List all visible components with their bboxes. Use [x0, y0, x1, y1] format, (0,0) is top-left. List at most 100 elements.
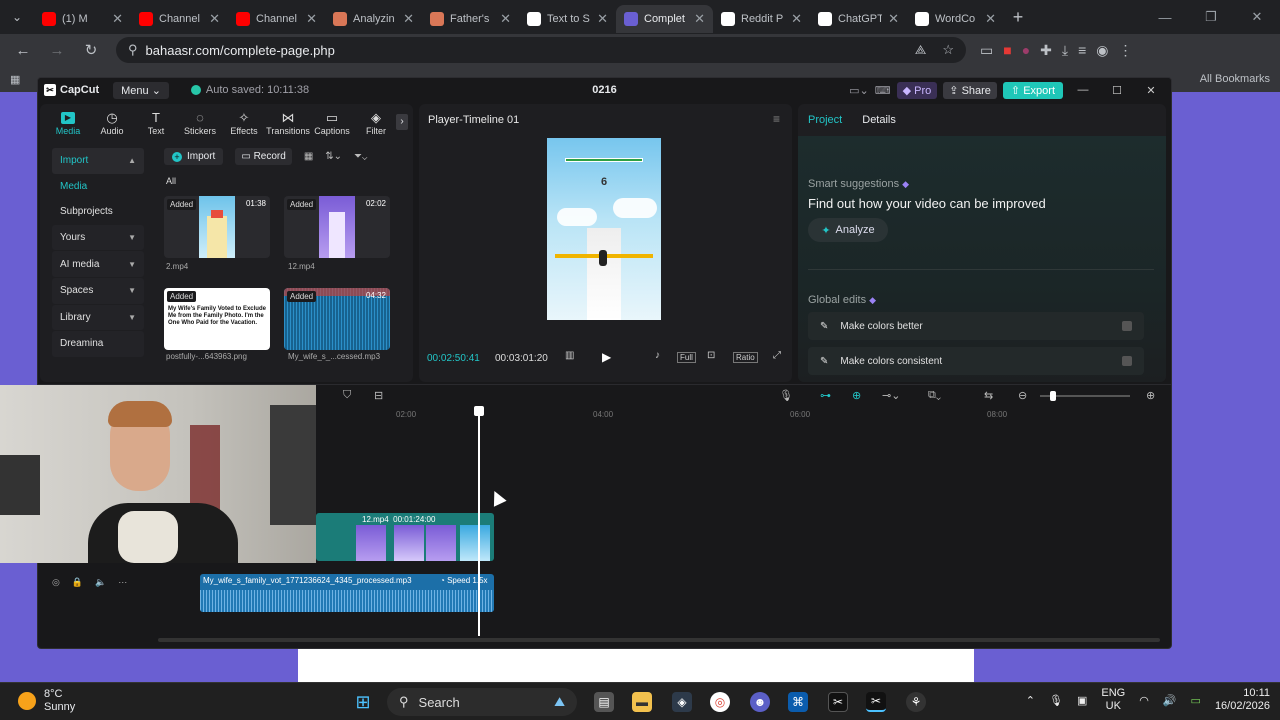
close-tab-icon[interactable]: ✕ [403, 11, 414, 27]
reading-list-icon[interactable]: ≡ [1078, 42, 1086, 59]
browser-tab[interactable]: Text to S ✕ [519, 5, 616, 33]
close-tab-icon[interactable]: ✕ [694, 11, 705, 27]
category-stickers[interactable]: ◌ Stickers [178, 111, 222, 136]
record-button[interactable]: ▭ Record [235, 148, 292, 165]
cast-icon[interactable]: ▭ [980, 42, 993, 59]
player-menu-icon[interactable]: ≡ [773, 112, 780, 126]
tiktok-icon[interactable]: ♪ [655, 350, 660, 361]
browser-tab[interactable]: Channel ✕ [131, 5, 228, 33]
close-tab-icon[interactable]: ✕ [306, 11, 317, 27]
import-button[interactable]: + Import [164, 148, 224, 165]
playhead[interactable] [474, 406, 484, 636]
toggle[interactable] [1122, 356, 1132, 366]
bookmark-star-icon[interactable]: ☆ [942, 42, 954, 58]
close-tab-icon[interactable]: ✕ [791, 11, 802, 27]
browser-tab[interactable]: Reddit P ✕ [713, 5, 810, 33]
category-effects[interactable]: ✧ Effects [222, 111, 266, 136]
chain-icon[interactable]: ⊸⌄ [882, 389, 900, 402]
timeline-view-icon[interactable]: ▥ [565, 350, 574, 361]
minimize-icon[interactable]: — [1069, 84, 1097, 96]
menu-button[interactable]: Menu ⌄ [113, 81, 169, 99]
share-button[interactable]: ⇪ Share [943, 81, 997, 99]
toggle[interactable] [1122, 321, 1132, 331]
layout-icon[interactable]: ▭⌄ [849, 84, 869, 97]
close-tab-icon[interactable]: ✕ [597, 11, 608, 27]
sidenav-media[interactable]: Media [52, 174, 144, 200]
category-transitions[interactable]: ⋈ Transitions [266, 111, 310, 136]
app-icon[interactable]: ⚘ [906, 692, 926, 712]
category-captions[interactable]: ▭ Captions [310, 111, 354, 136]
audio-clip[interactable]: My_wife_s_family_vot_1771236624_4345_pro… [200, 574, 494, 612]
close-icon[interactable]: ✕ [1137, 84, 1165, 97]
sidenav-ai-media[interactable]: AI media ▼ [52, 251, 144, 277]
pro-button[interactable]: ◆ Pro [896, 81, 938, 99]
taskbar-search[interactable]: ⚲ Search ⛰ [387, 688, 577, 716]
extension-icon[interactable]: ● [1022, 42, 1030, 59]
browser-tab[interactable]: Channel ✕ [228, 5, 325, 33]
grid-view-icon[interactable]: ▦ [304, 151, 313, 162]
project-title[interactable]: 0216 [592, 84, 616, 96]
media-item[interactable]: Added 02:02 [284, 196, 390, 258]
chevron-right-icon[interactable]: › [396, 114, 408, 130]
app-icon[interactable]: ⌘ [788, 692, 808, 712]
address-bar[interactable]: ⚲ bahaasr.com/complete-page.php ⟁ ☆ [116, 37, 966, 63]
category-text[interactable]: T Text [134, 111, 178, 136]
task-view-icon[interactable]: ▤ [594, 692, 614, 712]
profile-avatar[interactable]: ◉ [1096, 42, 1108, 59]
timeline-scrollbar[interactable] [158, 638, 1160, 642]
browser-menu-icon[interactable]: ⋮ [1119, 42, 1133, 59]
forward-icon[interactable]: → [42, 36, 72, 64]
playhead-handle[interactable] [474, 406, 484, 416]
extension-icon[interactable]: ■ [1003, 42, 1011, 59]
back-icon[interactable]: ← [8, 36, 38, 64]
sort-icon[interactable]: ⇅⌄ [325, 151, 342, 162]
magnet-icon[interactable]: ⊕ [852, 389, 861, 402]
play-icon[interactable]: ▶ [602, 350, 611, 364]
browser-tab[interactable]: ChatGPT ✕ [810, 5, 907, 33]
extensions-puzzle-icon[interactable]: ✚ [1040, 42, 1052, 59]
minimize-icon[interactable]: — [1142, 0, 1188, 34]
zoom-slider-handle[interactable] [1050, 391, 1056, 401]
maximize-icon[interactable]: ☐ [1103, 84, 1131, 97]
weather-widget[interactable]: 8°C Sunny [18, 688, 75, 714]
media-item[interactable]: Added 01:38 [164, 196, 270, 258]
teams-icon[interactable]: ☻ [750, 692, 770, 712]
shield-icon[interactable]: ⛉ [343, 389, 351, 402]
translate-icon[interactable]: ⟁ [915, 42, 927, 58]
browser-tab[interactable]: (1) M ✕ [34, 5, 131, 33]
media-item[interactable]: Added 04:32 [284, 288, 390, 350]
sidenav-spaces[interactable]: Spaces ▼ [52, 277, 144, 304]
browser-tab[interactable]: WordCo ✕ [907, 5, 1004, 33]
file-explorer-icon[interactable]: ▬ [632, 692, 652, 712]
language-indicator[interactable]: ENG UK [1101, 687, 1125, 713]
new-tab-button[interactable]: + [1004, 7, 1032, 28]
browser-tab[interactable]: Complet ✕ [616, 5, 713, 33]
analyze-button[interactable]: ✦ Analyze [808, 218, 888, 242]
media-item[interactable]: Added My Wife's Family Voted to Exclude … [164, 288, 270, 350]
sidenav-import[interactable]: Import ▲ [52, 148, 144, 174]
fullscreen-icon[interactable]: ⤢ [773, 350, 781, 361]
make-colors-better-row[interactable]: ✎ Make colors better [808, 312, 1144, 340]
close-tab-icon[interactable]: ✕ [112, 11, 123, 27]
capcut-taskbar-icon[interactable]: ✂ [828, 692, 848, 712]
chevron-up-icon[interactable]: ⌃ [1026, 694, 1035, 707]
clock[interactable]: 10:11 16/02/2026 [1215, 687, 1270, 713]
apps-grid-icon[interactable]: ▦ [10, 73, 20, 86]
category-audio[interactable]: ◷ Audio [90, 111, 134, 136]
video-preview[interactable]: 6 [547, 138, 661, 320]
ratio-button[interactable]: Ratio [733, 352, 758, 363]
sidenav-library[interactable]: Library ▼ [52, 304, 144, 331]
microphone-icon[interactable]: 🎙 [779, 389, 793, 402]
track-visibility-icon[interactable]: ◎ [52, 577, 60, 588]
all-filter-label[interactable]: All [166, 176, 176, 186]
reload-icon[interactable]: ↻ [76, 36, 106, 64]
download-icon[interactable]: ⤓ [1062, 42, 1068, 59]
speaker-icon[interactable]: 🔈 [95, 577, 106, 588]
lock-icon[interactable]: 🔒 [72, 577, 83, 588]
tab-search-icon[interactable]: ⌄ [0, 0, 34, 34]
preview-axis-icon[interactable]: ⇆ [984, 389, 993, 402]
sidenav-yours[interactable]: Yours ▼ [52, 224, 144, 251]
zoom-in-icon[interactable]: ⊕ [1146, 389, 1155, 402]
tab-project[interactable]: Project [808, 114, 842, 126]
battery-icon[interactable]: ▭ [1191, 694, 1201, 707]
